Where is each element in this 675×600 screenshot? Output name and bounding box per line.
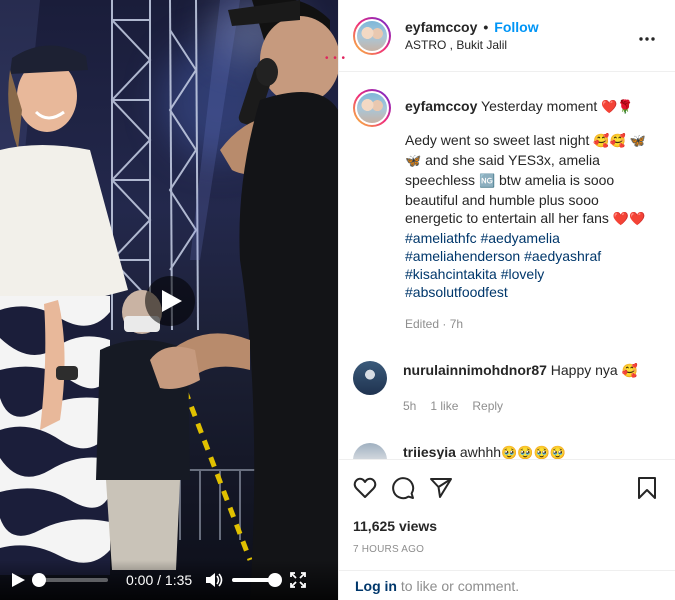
avatar[interactable] [353,443,387,459]
comment-likes[interactable]: 1 like [430,397,458,415]
caption-emoji-3: ❤️❤️ [612,212,646,227]
comment-text: Happy nya [550,362,618,378]
comment: triiesyia awhhh🥹🥹🥹🥹 [353,443,661,459]
comment-username[interactable]: triiesyia [403,444,456,459]
caption: eyfamccoy Yesterday moment ❤️🌹 Aedy went… [353,89,661,333]
login-prompt: Log in to like or comment. [339,570,675,600]
volume-slider[interactable] [232,573,283,587]
progress-knob[interactable] [32,573,46,587]
login-prompt-text: to like or comment. [400,577,520,594]
bookmark-icon[interactable] [637,476,657,500]
comment-username[interactable]: nurulainnimohdnor87 [403,362,547,378]
views-count[interactable]: 11,625 views [353,518,661,534]
progress-bar[interactable] [32,573,108,587]
caption-text: Aedy went so sweet last night 🥰🥰 🦋🦋 and … [405,131,648,301]
location-link[interactable]: ASTRO , Bukit Jalil [405,38,539,52]
time-separator: / [153,572,165,588]
avatar[interactable] [353,361,387,395]
play-button[interactable] [145,276,195,326]
caption-emoji-2: 🆖 [478,174,496,189]
comment-emoji: 🥹🥹🥹🥹 [501,446,566,459]
caption-title-emoji: ❤️🌹 [601,100,634,115]
post-panel: • • • eyfamccoy • Follow ASTRO , Bukit J… [325,0,675,600]
separator: • [483,19,489,35]
volume-knob[interactable] [268,573,283,587]
caption-username[interactable]: eyfamccoy [405,98,477,114]
share-icon[interactable] [429,476,453,500]
reply-button[interactable]: Reply [472,397,503,415]
fullscreen-icon[interactable] [290,572,307,588]
post-timestamp[interactable]: 7 HOURS AGO [353,544,661,555]
post-header: • • • eyfamccoy • Follow ASTRO , Bukit J… [325,0,675,72]
comment-text: awhhh [459,444,502,459]
time-total: 1:35 [164,572,193,588]
caption-title: Yesterday moment [481,98,598,114]
caption-meta: Edited · 7h [405,317,464,331]
time-current: 0:00 [126,572,154,588]
login-link[interactable]: Log in [355,578,397,594]
post-actions: 11,625 views 7 HOURS AGO [339,459,675,555]
hashtag-link[interactable]: #absolutfoodfest [405,284,508,300]
video-player[interactable]: 0:00 / 1:35 [0,0,338,600]
comment-icon[interactable] [391,476,415,500]
hashtag-link[interactable]: #kisahcintakita [405,266,497,282]
comment-emoji: 🥰 [621,364,638,379]
more-options-icon[interactable] [639,28,655,46]
header-username[interactable]: eyfamccoy [405,19,477,35]
volume-icon[interactable] [206,572,224,588]
play-icon [162,290,182,312]
comment-age: 5h [403,399,417,413]
comment: nurulainnimohdnor87 Happy nya 🥰 5h 1 lik… [353,361,661,415]
comments-section: eyfamccoy Yesterday moment ❤️🌹 Aedy went… [339,73,675,459]
instagram-post: 0:00 / 1:35 • • • eyfamccoy • Follow AST… [0,0,675,600]
indicator-dots: • • • [325,53,347,64]
edited-label: Edited [405,317,440,331]
time-display: 0:00 / 1:35 [126,572,192,588]
avatar[interactable] [353,16,391,55]
avatar[interactable] [353,89,391,127]
caption-body-1: Aedy went so sweet last night [405,132,590,148]
heart-icon[interactable] [353,477,377,499]
caption-age: 7h [449,317,464,331]
follow-button[interactable]: Follow [494,19,538,35]
hashtag-link[interactable]: #aedyashraf [524,248,601,264]
video-controls: 0:00 / 1:35 [0,560,338,600]
hashtag-link[interactable]: #ameliahenderson [405,248,520,264]
play-icon[interactable] [10,572,26,588]
hashtag-link[interactable]: #ameliathfc [405,230,477,246]
hashtag-link[interactable]: #aedyamelia [480,230,559,246]
hashtag-link[interactable]: #lovely [501,266,545,282]
